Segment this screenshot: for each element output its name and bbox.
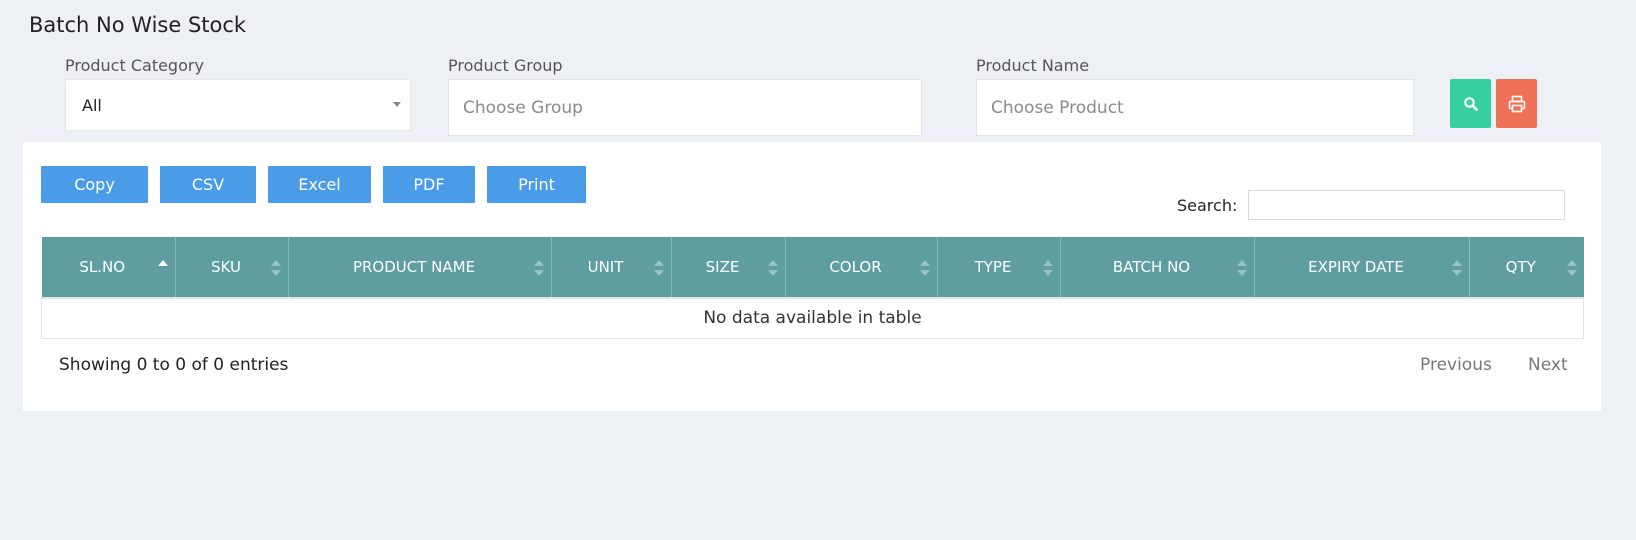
- column-header-type[interactable]: TYPE: [937, 237, 1061, 299]
- product-category-select[interactable]: All: [65, 79, 411, 131]
- sort-icon: [1043, 260, 1053, 276]
- sort-icon: [534, 260, 544, 276]
- product-group-input[interactable]: Choose Group: [448, 79, 922, 136]
- product-category-value: All: [82, 95, 102, 115]
- print-icon: [1508, 95, 1525, 112]
- csv-button[interactable]: CSV: [160, 166, 256, 203]
- column-header-qty[interactable]: QTY: [1469, 237, 1584, 299]
- product-name-input[interactable]: Choose Product: [976, 79, 1414, 136]
- chevron-down-icon: [393, 102, 401, 107]
- table-card: Copy CSV Excel PDF Print Search: SL.NO S…: [23, 142, 1601, 411]
- sort-icon: [654, 260, 664, 276]
- next-page-button[interactable]: Next: [1528, 355, 1568, 375]
- search-input[interactable]: [1248, 190, 1565, 220]
- column-header-expiry-date[interactable]: EXPIRY DATE: [1254, 237, 1470, 299]
- column-header-label: SKU: [211, 258, 241, 276]
- sort-icon: [1566, 260, 1577, 276]
- search-icon: [1463, 96, 1478, 111]
- sort-icon: [271, 260, 281, 276]
- column-header-color[interactable]: COLOR: [785, 237, 938, 299]
- sort-asc-icon: [158, 260, 168, 276]
- print-button[interactable]: Print: [487, 166, 586, 203]
- sort-icon: [1452, 260, 1462, 276]
- previous-page-button[interactable]: Previous: [1420, 355, 1492, 375]
- column-header-label: EXPIRY DATE: [1308, 258, 1404, 276]
- sort-icon: [768, 260, 778, 276]
- column-header-label: SL.NO: [79, 258, 126, 276]
- table-info: Showing 0 to 0 of 0 entries: [59, 355, 289, 375]
- product-category-label: Product Category: [65, 56, 204, 75]
- column-header-product-name[interactable]: PRODUCT NAME: [288, 237, 552, 299]
- search-label: Search:: [1177, 196, 1238, 215]
- page-title: Batch No Wise Stock: [29, 13, 247, 37]
- table-header-row: SL.NO SKU PRODUCT NAME UNIT SIZE COLOR T…: [41, 237, 1584, 299]
- pdf-button[interactable]: PDF: [383, 166, 475, 203]
- column-header-label: BATCH NO: [1112, 258, 1191, 276]
- sort-icon: [920, 260, 930, 276]
- table-row: No data available in table: [41, 298, 1584, 339]
- column-header-label: UNIT: [587, 258, 624, 276]
- column-header-label: SIZE: [705, 258, 740, 276]
- empty-table-message: No data available in table: [41, 298, 1584, 339]
- column-header-unit[interactable]: UNIT: [551, 237, 672, 299]
- column-header-batch-no[interactable]: BATCH NO: [1060, 237, 1255, 299]
- column-header-sl-no[interactable]: SL.NO: [41, 237, 176, 299]
- column-header-sku[interactable]: SKU: [175, 237, 289, 299]
- column-header-size[interactable]: SIZE: [671, 237, 786, 299]
- product-name-placeholder: Choose Product: [991, 97, 1124, 118]
- sort-icon: [1237, 260, 1247, 276]
- column-header-label: TYPE: [974, 258, 1012, 276]
- column-header-label: QTY: [1505, 258, 1536, 276]
- product-name-label: Product Name: [976, 56, 1090, 75]
- product-group-placeholder: Choose Group: [463, 97, 583, 118]
- excel-button[interactable]: Excel: [268, 166, 371, 203]
- search-button[interactable]: [1450, 79, 1491, 128]
- print-filter-button[interactable]: [1496, 79, 1537, 128]
- column-header-label: COLOR: [829, 258, 882, 276]
- stock-table: SL.NO SKU PRODUCT NAME UNIT SIZE COLOR T…: [41, 237, 1584, 339]
- copy-button[interactable]: Copy: [41, 166, 148, 203]
- column-header-label: PRODUCT NAME: [352, 258, 476, 276]
- product-group-label: Product Group: [448, 56, 563, 75]
